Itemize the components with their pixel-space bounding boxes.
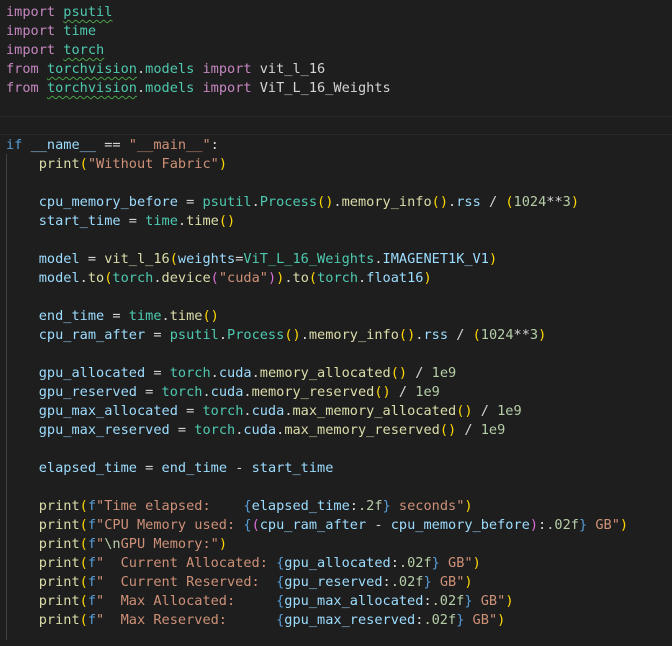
code-line[interactable]: print(f"Time elapsed: {elapsed_time:.2f}…: [6, 497, 473, 516]
code-line[interactable]: from torchvision.models import vit_l_16: [6, 60, 325, 79]
code-line[interactable]: print(f" Max Reserved: {gpu_max_reserved…: [6, 611, 506, 630]
code-line[interactable]: print(f"CPU Memory used: {(cpu_ram_after…: [6, 516, 628, 535]
code-editor[interactable]: import psutil import time import torch from…: [0, 0, 672, 646]
code-line[interactable]: if __name__ == "__main__":: [6, 136, 219, 155]
code-line[interactable]: import psutil: [6, 3, 112, 22]
code-line[interactable]: from torchvision.models import ViT_L_16_…: [6, 79, 391, 98]
code-line[interactable]: import time: [6, 22, 96, 41]
code-line[interactable]: print(f"\nGPU Memory:"): [6, 535, 227, 554]
code-line[interactable]: start_time = time.time(): [6, 212, 235, 231]
code-line[interactable]: gpu_allocated = torch.cuda.memory_alloca…: [6, 364, 456, 383]
code-line[interactable]: print(f" Current Allocated: {gpu_allocat…: [6, 554, 481, 573]
code-line[interactable]: cpu_memory_before = psutil.Process().mem…: [6, 193, 579, 212]
code-line[interactable]: import torch: [6, 41, 104, 60]
current-line-highlight: [0, 116, 672, 135]
code-line[interactable]: elapsed_time = end_time - start_time: [6, 459, 334, 478]
code-line[interactable]: gpu_reserved = torch.cuda.memory_reserve…: [6, 383, 440, 402]
code-line[interactable]: print(f" Max Allocated: {gpu_max_allocat…: [6, 592, 514, 611]
code-line[interactable]: gpu_max_reserved = torch.cuda.max_memory…: [6, 421, 506, 440]
code-line[interactable]: print(f" Current Reserved: {gpu_reserved…: [6, 573, 473, 592]
code-line[interactable]: model.to(torch.device("cuda")).to(torch.…: [6, 269, 432, 288]
code-line[interactable]: end_time = time.time(): [6, 307, 219, 326]
code-line[interactable]: gpu_max_allocated = torch.cuda.max_memor…: [6, 402, 522, 421]
code-line[interactable]: model = vit_l_16(weights=ViT_L_16_Weight…: [6, 250, 497, 269]
code-line[interactable]: print("Without Fabric"): [6, 155, 227, 174]
code-line[interactable]: cpu_ram_after = psutil.Process().memory_…: [6, 326, 547, 345]
